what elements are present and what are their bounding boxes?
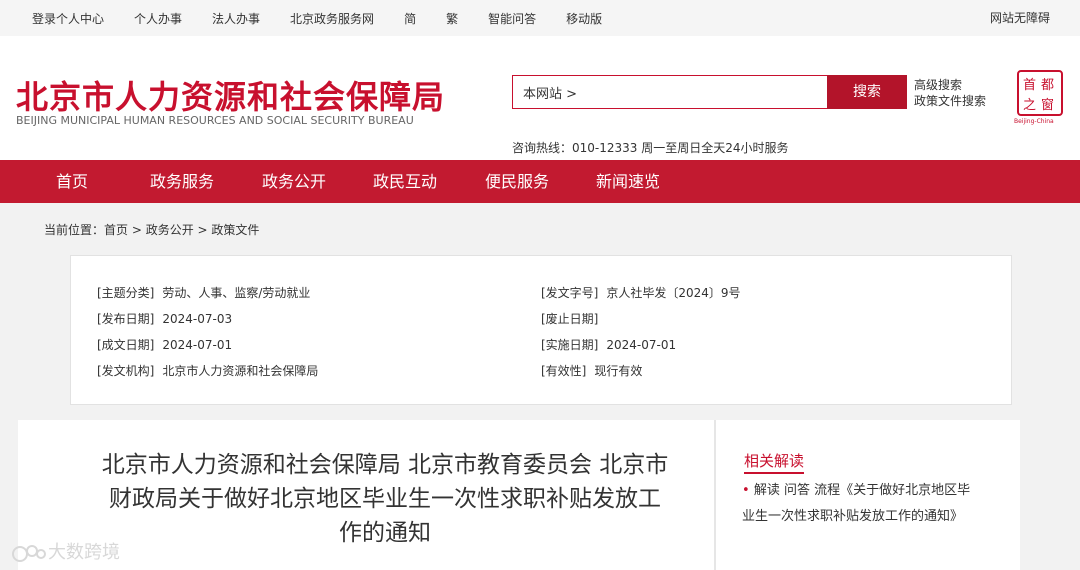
document-info-panel: [主题分类] 劳动、人事、监察/劳动就业 [发文字号] 京人社毕发〔2024〕9号 … — [70, 255, 1012, 405]
top-links: 登录个人中心 个人办事 法人办事 北京政务服务网 简 繁 智能问答 移动版 — [32, 0, 602, 36]
breadcrumb-sep: > — [128, 223, 146, 237]
info-written-date: [成文日期] 2024-07-01 — [97, 336, 232, 353]
breadcrumb-home[interactable]: 首页 — [104, 223, 128, 237]
info-value: 京人社毕发〔2024〕9号 — [606, 286, 741, 300]
seal-char: 之 — [1023, 98, 1037, 113]
info-subject: [主题分类] 劳动、人事、监察/劳动就业 — [97, 284, 310, 301]
site-logo-title[interactable]: 北京市人力资源和社会保障局 — [16, 72, 445, 118]
breadcrumb-policy-docs[interactable]: 政策文件 — [211, 223, 259, 237]
info-effective-date: [实施日期] 2024-07-01 — [541, 336, 676, 353]
policy-search-link[interactable]: 政策文件搜索 — [914, 93, 986, 109]
advanced-search-link[interactable]: 高级搜索 — [914, 77, 986, 93]
nav-gov-disclosure[interactable]: 政务公开 — [262, 160, 326, 203]
info-label: [发文字号] — [541, 286, 599, 300]
seal-char: 窗 — [1041, 98, 1055, 113]
info-value: 2024-07-01 — [606, 338, 677, 352]
smart-qa-link[interactable]: 智能问答 — [488, 10, 536, 27]
breadcrumb-prefix: 当前位置： — [44, 223, 105, 237]
search-bar: 搜索 — [512, 75, 907, 109]
nav-public-interaction[interactable]: 政民互动 — [373, 160, 437, 203]
info-label: [发布日期] — [97, 312, 155, 326]
hotline-text: 咨询热线：010-12333 周一至周日全天24小时服务 — [512, 141, 789, 155]
related-reading-link[interactable]: • 解读 问答 流程《关于做好北京地区毕业生一次性求职补贴发放工作的通知》 — [742, 478, 982, 530]
info-label: [有效性] — [541, 364, 587, 378]
info-validity: [有效性] 现行有效 — [541, 362, 642, 379]
seal-caption: Beijing-China — [1014, 118, 1054, 125]
seal-char: 首 — [1023, 78, 1037, 93]
watermark: 大数跨境 — [10, 538, 120, 564]
accessibility-link[interactable]: 网站无障碍 — [990, 0, 1050, 36]
nav-convenience-services[interactable]: 便民服务 — [485, 160, 549, 203]
simplified-chinese-link[interactable]: 简 — [404, 10, 416, 27]
advanced-search-links: 高级搜索 政策文件搜索 — [914, 77, 986, 109]
site-header: 北京市人力资源和社会保障局 BEIJING MUNICIPAL HUMAN RE… — [0, 36, 1080, 160]
info-expire-date: [废止日期] — [541, 310, 606, 327]
nav-gov-services[interactable]: 政务服务 — [150, 160, 214, 203]
breadcrumb-sep: > — [193, 223, 212, 237]
related-reading-text: 解读 问答 流程《关于做好北京地区毕业生一次性求职补贴发放工作的通知》 — [742, 483, 971, 524]
top-utility-bar: 登录个人中心 个人办事 法人办事 北京政务服务网 简 繁 智能问答 移动版 网站… — [0, 0, 1080, 36]
related-readings-panel: 相关解读 • 解读 问答 流程《关于做好北京地区毕业生一次性求职补贴发放工作的通… — [716, 420, 1020, 570]
info-value: 现行有效 — [594, 364, 643, 378]
info-docno: [发文字号] 京人社毕发〔2024〕9号 — [541, 284, 741, 301]
info-label: [发文机构] — [97, 364, 155, 378]
info-label: [废止日期] — [541, 312, 599, 326]
info-value: 2024-07-01 — [162, 338, 233, 352]
info-issuing-org: [发文机构] 北京市人力资源和社会保障局 — [97, 362, 318, 379]
search-input[interactable] — [513, 76, 827, 108]
info-label: [实施日期] — [541, 338, 599, 352]
main-nav: 首页 政务服务 政务公开 政民互动 便民服务 新闻速览 — [0, 160, 1080, 203]
nav-news[interactable]: 新闻速览 — [596, 160, 660, 203]
info-publish-date: [发布日期] 2024-07-03 — [97, 310, 232, 327]
personal-affairs-link[interactable]: 个人办事 — [134, 10, 182, 27]
beijing-gov-service-link[interactable]: 北京政务服务网 — [290, 10, 374, 27]
watermark-text: 大数跨境 — [48, 542, 120, 563]
breadcrumb: 当前位置：首页 > 政务公开 > 政策文件 — [44, 221, 259, 238]
info-value: 劳动、人事、监察/劳动就业 — [162, 286, 311, 300]
info-label: [成文日期] — [97, 338, 155, 352]
nav-home[interactable]: 首页 — [56, 160, 88, 203]
info-value: 北京市人力资源和社会保障局 — [162, 364, 319, 378]
info-value: 2024-07-03 — [162, 312, 233, 326]
breadcrumb-disclosure[interactable]: 政务公开 — [146, 223, 194, 237]
search-button[interactable]: 搜索 — [827, 75, 907, 109]
traditional-chinese-link[interactable]: 繁 — [446, 10, 458, 27]
bullet-icon: • — [742, 483, 754, 498]
article-panel: 北京市人力资源和社会保障局 北京市教育委员会 北京市财政局关于做好北京地区毕业生… — [18, 420, 714, 570]
site-logo-subtitle: BEIJING MUNICIPAL HUMAN RESOURCES AND SO… — [16, 114, 414, 127]
watermark-logo-icon — [12, 545, 46, 562]
seal-char: 都 — [1041, 78, 1055, 93]
legal-entity-affairs-link[interactable]: 法人办事 — [212, 10, 260, 27]
related-readings-title: 相关解读 — [744, 450, 805, 474]
article-title: 北京市人力资源和社会保障局 北京市教育委员会 北京市财政局关于做好北京地区毕业生… — [101, 452, 669, 546]
capital-window-seal-icon[interactable]: 首 都 之 窗 — [1017, 70, 1063, 116]
login-link[interactable]: 登录个人中心 — [32, 10, 104, 27]
mobile-version-link[interactable]: 移动版 — [566, 10, 602, 27]
info-label: [主题分类] — [97, 286, 155, 300]
